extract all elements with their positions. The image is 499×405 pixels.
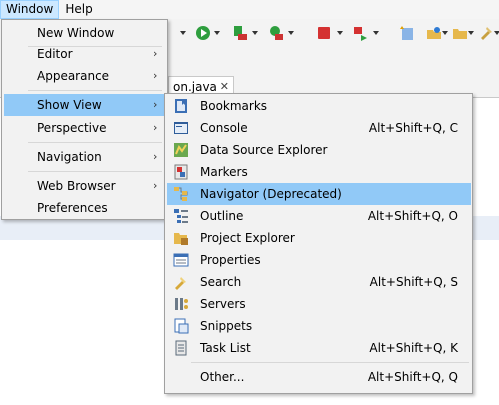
menu-help[interactable]: Help xyxy=(59,0,98,19)
menu-item-label: Other... xyxy=(200,370,245,384)
menu-item-label: Perspective xyxy=(37,121,107,135)
menu-window[interactable]: Window xyxy=(0,0,60,19)
menu-bar: Window Help xyxy=(0,0,499,19)
chevron-right-icon: › xyxy=(153,47,158,60)
chevron-right-icon: › xyxy=(153,69,158,82)
menu-item-navigation[interactable]: Navigation › xyxy=(4,146,165,168)
outline-icon xyxy=(174,209,188,223)
properties-icon xyxy=(173,253,189,267)
navigator-icon xyxy=(174,187,188,201)
menu-item-label: New Window xyxy=(37,26,115,40)
menu-item-label: Editor xyxy=(37,47,73,61)
menu-item-label: Navigation xyxy=(37,150,102,164)
menu-item-project-explorer[interactable]: Project Explorer xyxy=(167,227,471,249)
dropdown-arrow-icon[interactable] xyxy=(494,31,499,35)
menu-item-search[interactable]: Search Alt+Shift+Q, S xyxy=(167,271,471,293)
chevron-right-icon: › xyxy=(153,121,158,134)
menu-item-editor[interactable]: Editor › xyxy=(4,43,165,65)
menu-item-bookmarks[interactable]: Bookmarks xyxy=(167,95,471,117)
menu-item-appearance[interactable]: Appearance › xyxy=(4,65,165,87)
menu-item-preferences[interactable]: Preferences xyxy=(4,197,165,219)
menu-item-label: Properties xyxy=(200,253,261,267)
markers-icon xyxy=(174,164,188,180)
snippets-icon xyxy=(174,318,189,334)
chevron-right-icon: › xyxy=(153,150,158,163)
menu-item-task-list[interactable]: Task List Alt+Shift+Q, K xyxy=(167,337,471,359)
menu-separator xyxy=(28,171,162,172)
menu-item-shortcut: Alt+Shift+Q, O xyxy=(367,209,458,223)
menu-separator xyxy=(28,90,162,91)
menu-item-label: Search xyxy=(200,275,242,289)
menu-item-snippets[interactable]: Snippets xyxy=(167,315,471,337)
bookmarks-icon xyxy=(175,99,187,113)
dropdown-arrow-icon[interactable] xyxy=(442,31,448,35)
menu-item-markers[interactable]: Markers xyxy=(167,161,471,183)
dropdown-arrow-icon[interactable] xyxy=(288,31,294,35)
data-source-explorer-icon xyxy=(174,143,188,157)
menu-item-label: Console xyxy=(200,121,248,135)
servers-icon xyxy=(175,298,188,310)
menu-item-label: Show View xyxy=(37,98,102,112)
dropdown-arrow-icon[interactable] xyxy=(180,31,186,35)
menu-item-label: Project Explorer xyxy=(200,231,295,245)
menu-item-shortcut: Alt+Shift+Q, S xyxy=(369,275,458,289)
menu-item-other[interactable]: Other... Alt+Shift+Q, Q xyxy=(167,366,471,388)
task-list-icon xyxy=(175,340,187,356)
menu-item-new-window[interactable]: New Window xyxy=(4,22,165,44)
skip-icon[interactable] xyxy=(353,25,369,41)
menu-item-properties[interactable]: Properties xyxy=(167,249,471,271)
menu-item-web-browser[interactable]: Web Browser › xyxy=(4,175,165,197)
menu-item-label: Web Browser xyxy=(37,179,116,193)
menu-item-console[interactable]: Console Alt+Shift+Q, C xyxy=(167,117,471,139)
menu-separator xyxy=(28,142,162,143)
menu-item-shortcut: Alt+Shift+Q, C xyxy=(368,121,458,135)
menu-item-shortcut: Alt+Shift+Q, K xyxy=(369,341,458,355)
menu-item-shortcut: Alt+Shift+Q, Q xyxy=(367,370,458,384)
run-icon[interactable] xyxy=(195,25,211,41)
menu-item-label: Navigator (Deprecated) xyxy=(200,187,342,201)
dropdown-arrow-icon[interactable] xyxy=(214,31,220,35)
chevron-right-icon: › xyxy=(153,179,158,192)
menu-item-outline[interactable]: Outline Alt+Shift+Q, O xyxy=(167,205,471,227)
dropdown-arrow-icon[interactable] xyxy=(337,31,343,35)
open-type-icon[interactable] xyxy=(426,25,442,41)
menu-item-label: Outline xyxy=(200,209,244,223)
dropdown-arrow-icon[interactable] xyxy=(373,31,379,35)
new-java-icon[interactable] xyxy=(399,25,415,41)
console-icon xyxy=(174,122,188,134)
menu-item-label: Bookmarks xyxy=(200,99,268,113)
menu-item-label: Preferences xyxy=(37,201,108,215)
window-menu: New Window Editor › Appearance › Show Vi… xyxy=(1,19,168,220)
menu-item-label: Task List xyxy=(200,341,251,355)
menu-item-label: Servers xyxy=(200,297,246,311)
run-config-icon[interactable] xyxy=(232,25,248,41)
menu-separator xyxy=(191,362,469,363)
menu-item-label: Appearance xyxy=(37,69,110,83)
external-tools-icon[interactable] xyxy=(268,25,284,41)
search-icon xyxy=(175,277,186,290)
menu-item-data-source-explorer[interactable]: Data Source Explorer xyxy=(167,139,471,161)
stop-icon[interactable] xyxy=(316,25,332,41)
pin-icon[interactable] xyxy=(478,25,494,41)
menu-item-label: Markers xyxy=(200,165,248,179)
chevron-right-icon: › xyxy=(153,98,158,111)
menu-item-servers[interactable]: Servers xyxy=(167,293,471,315)
show-view-submenu: Bookmarks Console Alt+Shift+Q, C Data So… xyxy=(164,93,473,394)
menu-item-label: Data Source Explorer xyxy=(200,143,328,157)
editor-tab-label: on.java xyxy=(173,80,217,94)
dropdown-arrow-icon[interactable] xyxy=(252,31,258,35)
menu-item-navigator[interactable]: Navigator (Deprecated) xyxy=(167,183,471,205)
folder-icon[interactable] xyxy=(452,25,468,41)
dropdown-arrow-icon[interactable] xyxy=(468,31,474,35)
menu-item-label: Snippets xyxy=(200,319,253,333)
project-explorer-icon xyxy=(174,233,188,245)
menu-item-perspective[interactable]: Perspective › xyxy=(4,117,165,139)
menu-item-show-view[interactable]: Show View › xyxy=(4,94,165,116)
